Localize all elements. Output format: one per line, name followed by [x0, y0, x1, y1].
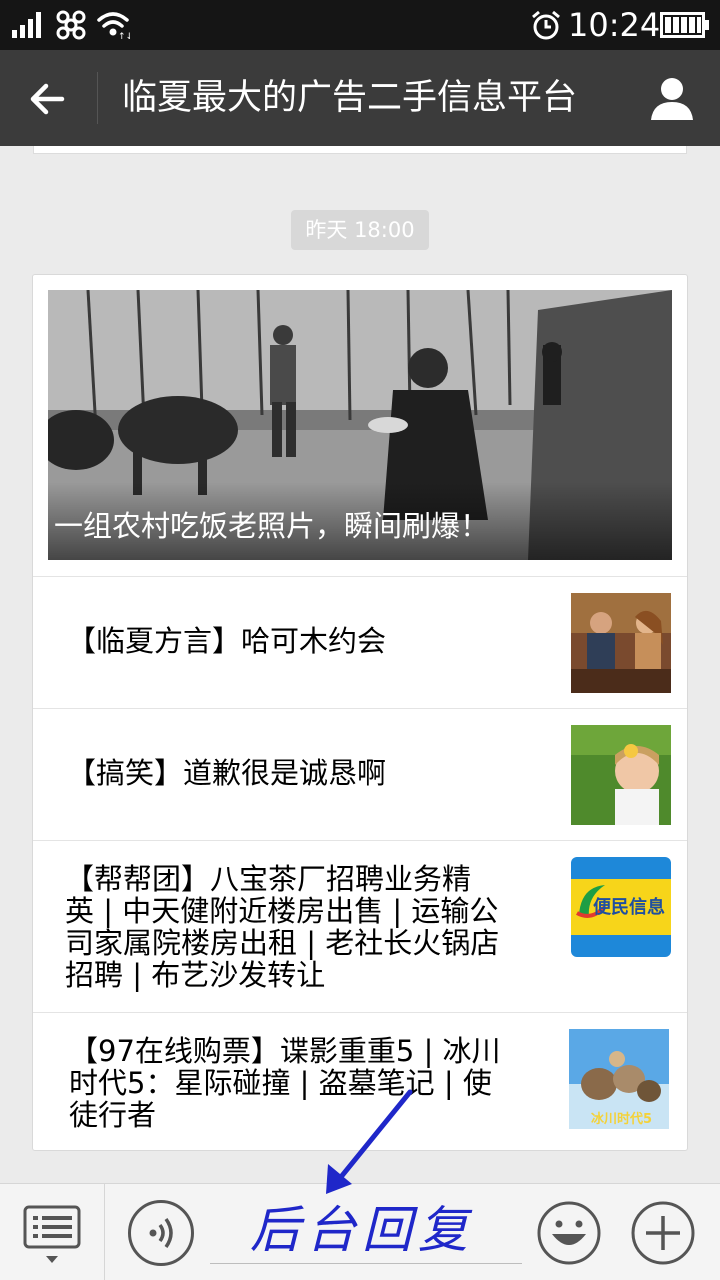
item-thumbnail: 冰川时代5	[569, 1029, 669, 1129]
list-item[interactable]: 【帮帮团】八宝茶厂招聘业务精 英 | 中天健附近楼房出售 | 运输公 司家属院楼…	[33, 840, 687, 1012]
item-thumbnail: 便民信息	[571, 857, 671, 957]
item-thumbnail	[571, 725, 671, 825]
item-title: 【搞笑】道歉很是诚恳啊	[67, 756, 387, 790]
back-arrow-icon[interactable]	[22, 74, 72, 124]
thumb-text: 冰川时代5	[591, 1111, 652, 1127]
item-title-block: 【帮帮团】八宝茶厂招聘业务精 英 | 中天健附近楼房出售 | 运输公 司家属院楼…	[65, 863, 499, 991]
unicom-logo-icon	[56, 10, 86, 40]
item-thumbnail	[571, 593, 671, 693]
message-timestamp: 昨天 18:00	[291, 210, 429, 250]
thumb-text: 便民信息	[593, 896, 665, 918]
previous-message-card	[33, 146, 687, 154]
emoji-icon[interactable]	[536, 1200, 602, 1266]
item-title-line: 英 | 中天健附近楼房出售 | 运输公	[65, 894, 499, 928]
profile-icon[interactable]	[648, 74, 696, 122]
title-bar: 临夏最大的广告二手信息平台	[0, 50, 720, 146]
voice-button[interactable]	[128, 1200, 194, 1266]
bottom-divider	[104, 1184, 105, 1280]
article-card[interactable]: 一组农村吃饭老照片，瞬间刷爆！ 【临夏方言】哈可木约会 【搞笑】道歉很是诚恳啊	[32, 274, 688, 1151]
cover-image[interactable]: 一组农村吃饭老照片，瞬间刷爆！	[48, 290, 672, 560]
cover-caption-overlay: 一组农村吃饭老照片，瞬间刷爆！	[48, 482, 672, 560]
item-title-block: 【97在线购票】谍影重重5 | 冰川 时代5：星际碰撞 | 盗墓笔记 | 使 徒…	[69, 1035, 501, 1131]
title-divider	[97, 72, 98, 124]
item-title-line: 徒行者	[69, 1098, 157, 1132]
status-time: 10:24	[568, 6, 661, 44]
item-title-line: 时代5：星际碰撞 | 盗墓笔记 | 使	[69, 1066, 492, 1100]
item-title-line: 司家属院楼房出租 | 老社长火锅店	[65, 926, 500, 960]
item-title-line: 【97在线购票】谍影重重5 | 冰川	[69, 1034, 501, 1068]
list-item[interactable]: 【搞笑】道歉很是诚恳啊	[33, 708, 687, 840]
item-title: 【临夏方言】哈可木约会	[67, 624, 387, 658]
voice-icon	[149, 1217, 173, 1249]
menu-list-icon[interactable]	[22, 1204, 82, 1266]
cover-caption: 一组农村吃饭老照片，瞬间刷爆！	[54, 509, 490, 543]
svg-text:↑↓: ↑↓	[118, 32, 130, 39]
list-item[interactable]: 【临夏方言】哈可木约会	[33, 576, 687, 708]
alarm-icon	[532, 10, 560, 40]
page-title: 临夏最大的广告二手信息平台	[122, 78, 578, 118]
item-title-line: 【帮帮团】八宝茶厂招聘业务精	[65, 862, 472, 896]
status-bar: ↑↓ 10:24	[0, 0, 720, 50]
message-input-line[interactable]	[210, 1263, 522, 1264]
annotation-text: 后台回复	[250, 1201, 474, 1259]
item-title-line: 招聘 | 布艺沙发转让	[65, 958, 326, 992]
battery-icon	[660, 12, 709, 38]
wifi-icon: ↑↓	[97, 12, 130, 39]
annotation-arrow-icon	[326, 1089, 413, 1194]
signal-icon	[12, 12, 41, 38]
plus-icon[interactable]	[630, 1200, 696, 1266]
